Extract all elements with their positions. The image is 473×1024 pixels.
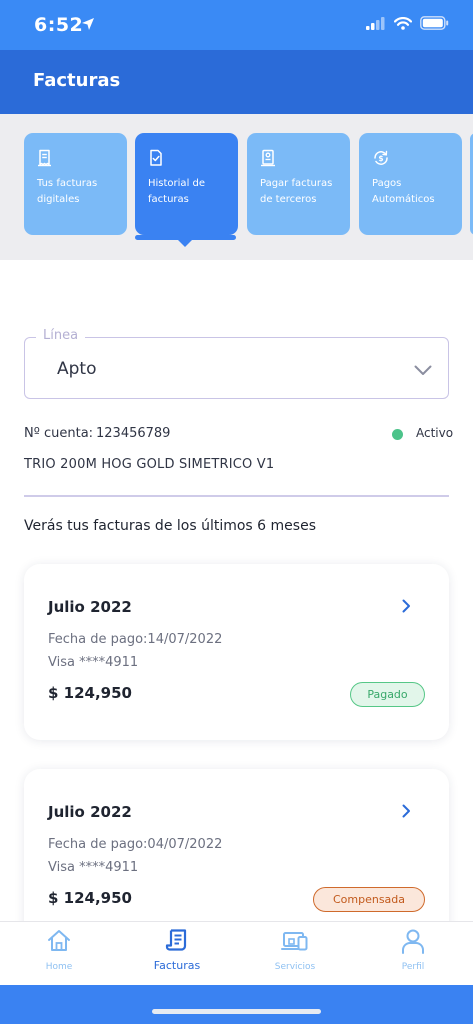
user-icon bbox=[402, 929, 424, 954]
nav-item-facturas[interactable]: Facturas bbox=[118, 922, 236, 986]
location-arrow-icon bbox=[82, 18, 94, 30]
nav-item-perfil[interactable]: Perfil bbox=[354, 922, 472, 986]
invoice-card[interactable]: Julio 2022 Fecha de pago:14/07/2022 Visa… bbox=[24, 564, 449, 740]
tab-pagos-automaticos[interactable]: $ Pagos Automáticos bbox=[359, 133, 462, 235]
account-number: 123456789 bbox=[96, 426, 171, 441]
divider bbox=[24, 495, 449, 497]
receipt-icon bbox=[165, 929, 187, 951]
status-bar: 6:52 bbox=[0, 0, 473, 50]
account-number-label: Nº cuenta: bbox=[24, 426, 94, 441]
devices-icon bbox=[281, 932, 308, 951]
line-select-legend: Línea bbox=[36, 328, 86, 343]
active-tab-caret bbox=[178, 240, 192, 247]
status-time: 6:52 bbox=[34, 14, 84, 36]
status-badge: Pagado bbox=[350, 682, 425, 707]
app-header: Facturas bbox=[0, 50, 473, 114]
invoice-check-icon bbox=[150, 149, 162, 166]
line-select[interactable]: Apto bbox=[24, 337, 449, 399]
bottom-nav: Home Facturas Servicios Perfil bbox=[0, 921, 473, 985]
chevron-right-icon[interactable] bbox=[402, 804, 411, 818]
nav-label: Facturas bbox=[153, 959, 201, 972]
invoice-card-number: Visa ****4911 bbox=[48, 860, 139, 875]
line-select-value: Apto bbox=[57, 359, 97, 379]
tab-pagar-facturas-de-terceros[interactable]: Pagar facturas de terceros bbox=[247, 133, 350, 235]
status-indicators bbox=[366, 16, 449, 30]
cellular-signal-icon bbox=[366, 16, 385, 30]
bill-icon bbox=[261, 149, 275, 167]
months-note: Verás tus facturas de los últimos 6 mese… bbox=[24, 518, 316, 534]
status-badge: Compensada bbox=[313, 887, 425, 912]
auto-pay-icon: $ bbox=[374, 150, 388, 165]
wifi-icon bbox=[394, 16, 412, 30]
invoice-month: Julio 2022 bbox=[48, 598, 132, 616]
invoice-payment-date: Fecha de pago:04/07/2022 bbox=[48, 837, 223, 852]
receipt-icon bbox=[38, 149, 51, 167]
nav-label: Servicios bbox=[274, 962, 316, 972]
chevron-right-icon[interactable] bbox=[402, 599, 411, 613]
invoice-amount: $ 124,950 bbox=[48, 889, 132, 907]
chevron-down-icon bbox=[414, 365, 432, 375]
battery-icon bbox=[420, 16, 449, 30]
invoice-card-number: Visa ****4911 bbox=[48, 655, 139, 670]
invoice-payment-date: Fecha de pago:14/07/2022 bbox=[48, 632, 223, 647]
tab-historial-de-facturas[interactable]: Historial de facturas bbox=[135, 133, 238, 235]
tab-label: Historial de facturas bbox=[148, 178, 206, 205]
page-title: Facturas bbox=[33, 70, 121, 91]
plan-name: TRIO 200M HOG GOLD SIMETRICO V1 bbox=[24, 457, 275, 472]
invoice-card[interactable]: Julio 2022 Fecha de pago:04/07/2022 Visa… bbox=[24, 769, 449, 945]
nav-item-servicios[interactable]: Servicios bbox=[236, 922, 354, 986]
nav-label: Home bbox=[45, 962, 73, 972]
tab-label: Pagos Automáticos bbox=[372, 178, 435, 205]
tab-label: Pagar facturas de terceros bbox=[260, 178, 333, 205]
tab-strip: Tus facturas digitales Historial de fact… bbox=[0, 114, 473, 260]
nav-item-home[interactable]: Home bbox=[0, 922, 118, 986]
tab-tus-facturas-digitales[interactable]: Tus facturas digitales bbox=[24, 133, 127, 235]
active-status-dot bbox=[392, 429, 403, 440]
home-icon bbox=[48, 930, 70, 951]
account-row: Nº cuenta: 123456789 Activo bbox=[24, 426, 453, 444]
tab-label: Tus facturas digitales bbox=[37, 178, 98, 205]
home-indicator-area bbox=[0, 985, 473, 1024]
account-status: Activo bbox=[416, 426, 454, 440]
nav-label: Perfil bbox=[401, 962, 425, 972]
home-indicator[interactable] bbox=[152, 1009, 321, 1014]
svg-text:$: $ bbox=[378, 154, 383, 163]
invoice-amount: $ 124,950 bbox=[48, 684, 132, 702]
invoice-month: Julio 2022 bbox=[48, 803, 132, 821]
